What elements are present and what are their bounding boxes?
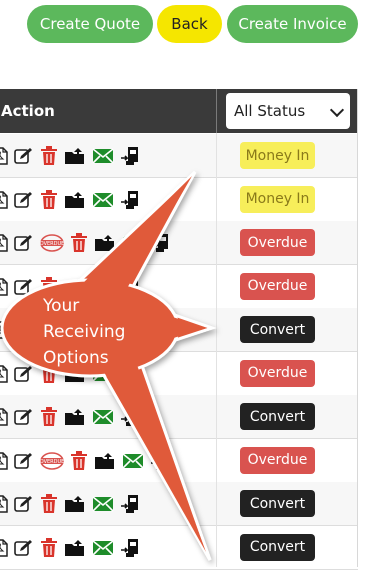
pdf-icon[interactable]	[0, 408, 8, 426]
table-border	[357, 89, 358, 567]
trash-icon[interactable]	[40, 494, 58, 514]
trash-icon[interactable]	[70, 233, 88, 253]
callout-line: Options	[43, 348, 109, 368]
folder-upload-icon[interactable]	[94, 234, 116, 252]
trash-icon[interactable]	[70, 450, 88, 471]
edit-icon[interactable]	[14, 191, 34, 209]
pdf-icon[interactable]	[0, 451, 8, 470]
status-badge[interactable]: Convert	[240, 316, 315, 343]
row-actions	[0, 526, 146, 570]
receive-payment-icon[interactable]	[120, 407, 140, 427]
receive-payment-icon[interactable]	[150, 233, 170, 253]
row-actions: OVERDUE	[0, 439, 176, 483]
table-row: Convert	[0, 482, 358, 526]
edit-icon[interactable]	[14, 321, 34, 339]
pdf-icon[interactable]	[0, 364, 8, 383]
status-badge[interactable]: Convert	[240, 403, 315, 430]
trash-icon[interactable]	[40, 146, 58, 166]
status-badge[interactable]: Overdue	[240, 359, 315, 387]
table-row: Money In	[0, 134, 358, 178]
status-badge[interactable]: Overdue	[240, 229, 315, 256]
status-badge[interactable]: Money In	[240, 142, 315, 169]
receive-payment-icon[interactable]	[120, 538, 140, 558]
table-row: OVERDUE Overdue	[0, 439, 358, 483]
email-icon[interactable]	[92, 191, 114, 209]
receive-payment-icon[interactable]	[120, 494, 140, 514]
pdf-icon[interactable]	[0, 234, 8, 252]
svg-text:OVERDUE: OVERDUE	[40, 459, 64, 465]
create-quote-button[interactable]: Create Quote	[27, 5, 153, 43]
status-badge[interactable]: Overdue	[240, 272, 315, 300]
table-header: Action All Status	[0, 89, 358, 133]
folder-upload-icon[interactable]	[64, 495, 86, 513]
header-divider	[216, 89, 217, 133]
status-badge[interactable]: Convert	[240, 490, 315, 517]
overdue-stamp-icon[interactable]: OVERDUE	[40, 451, 64, 470]
row-actions	[0, 134, 146, 178]
email-icon[interactable]	[92, 147, 114, 165]
row-actions	[0, 482, 146, 526]
row-actions	[0, 395, 146, 439]
email-icon[interactable]	[92, 495, 114, 513]
row-actions	[0, 178, 146, 222]
status-badge[interactable]: Overdue	[240, 446, 315, 474]
pdf-icon[interactable]	[0, 321, 8, 339]
edit-icon[interactable]	[14, 234, 34, 252]
column-divider	[216, 133, 217, 567]
table-row: OVERDUE Overdue	[0, 221, 358, 265]
action-column-header: Action	[1, 102, 55, 120]
table-row: Convert	[0, 526, 358, 570]
edit-icon[interactable]	[14, 147, 34, 165]
callout-text: Your Receiving Options	[43, 293, 163, 371]
receive-payment-icon[interactable]	[120, 146, 140, 166]
folder-upload-icon[interactable]	[64, 408, 86, 426]
status-filter-value: All Status	[234, 102, 306, 120]
email-icon[interactable]	[122, 234, 144, 252]
status-filter-select[interactable]: All Status	[226, 93, 350, 129]
pdf-icon[interactable]	[0, 277, 8, 296]
status-badge[interactable]: Convert	[240, 533, 315, 561]
chevron-down-icon	[329, 102, 345, 118]
table-row: Money In	[0, 178, 358, 222]
folder-upload-icon[interactable]	[64, 147, 86, 165]
pdf-icon[interactable]	[0, 538, 8, 557]
receive-payment-icon[interactable]	[150, 451, 170, 471]
email-icon[interactable]	[92, 539, 114, 557]
folder-upload-icon[interactable]	[64, 539, 86, 557]
trash-icon[interactable]	[40, 537, 58, 558]
edit-icon[interactable]	[14, 408, 34, 426]
pdf-icon[interactable]	[0, 190, 8, 209]
pdf-icon[interactable]	[0, 495, 8, 513]
edit-icon[interactable]	[14, 495, 34, 513]
edit-icon[interactable]	[14, 278, 34, 296]
edit-icon[interactable]	[14, 365, 34, 383]
edit-icon[interactable]	[14, 539, 34, 557]
callout-line: Receiving	[43, 322, 126, 342]
folder-upload-icon[interactable]	[94, 452, 116, 470]
folder-upload-icon[interactable]	[64, 191, 86, 209]
pdf-icon[interactable]	[0, 147, 8, 165]
edit-icon[interactable]	[14, 452, 34, 470]
back-button[interactable]: Back	[157, 5, 222, 43]
trash-icon[interactable]	[40, 407, 58, 427]
create-invoice-button[interactable]: Create Invoice	[227, 5, 358, 43]
callout-line: Your	[43, 296, 80, 316]
row-actions: OVERDUE	[0, 221, 176, 265]
receive-payment-icon[interactable]	[120, 190, 140, 210]
status-badge[interactable]: Money In	[240, 185, 315, 213]
table-row: Convert	[0, 395, 358, 439]
email-icon[interactable]	[122, 452, 144, 470]
overdue-stamp-icon[interactable]: OVERDUE	[40, 234, 64, 252]
svg-text:OVERDUE: OVERDUE	[40, 241, 64, 247]
email-icon[interactable]	[92, 408, 114, 426]
trash-icon[interactable]	[40, 189, 58, 210]
